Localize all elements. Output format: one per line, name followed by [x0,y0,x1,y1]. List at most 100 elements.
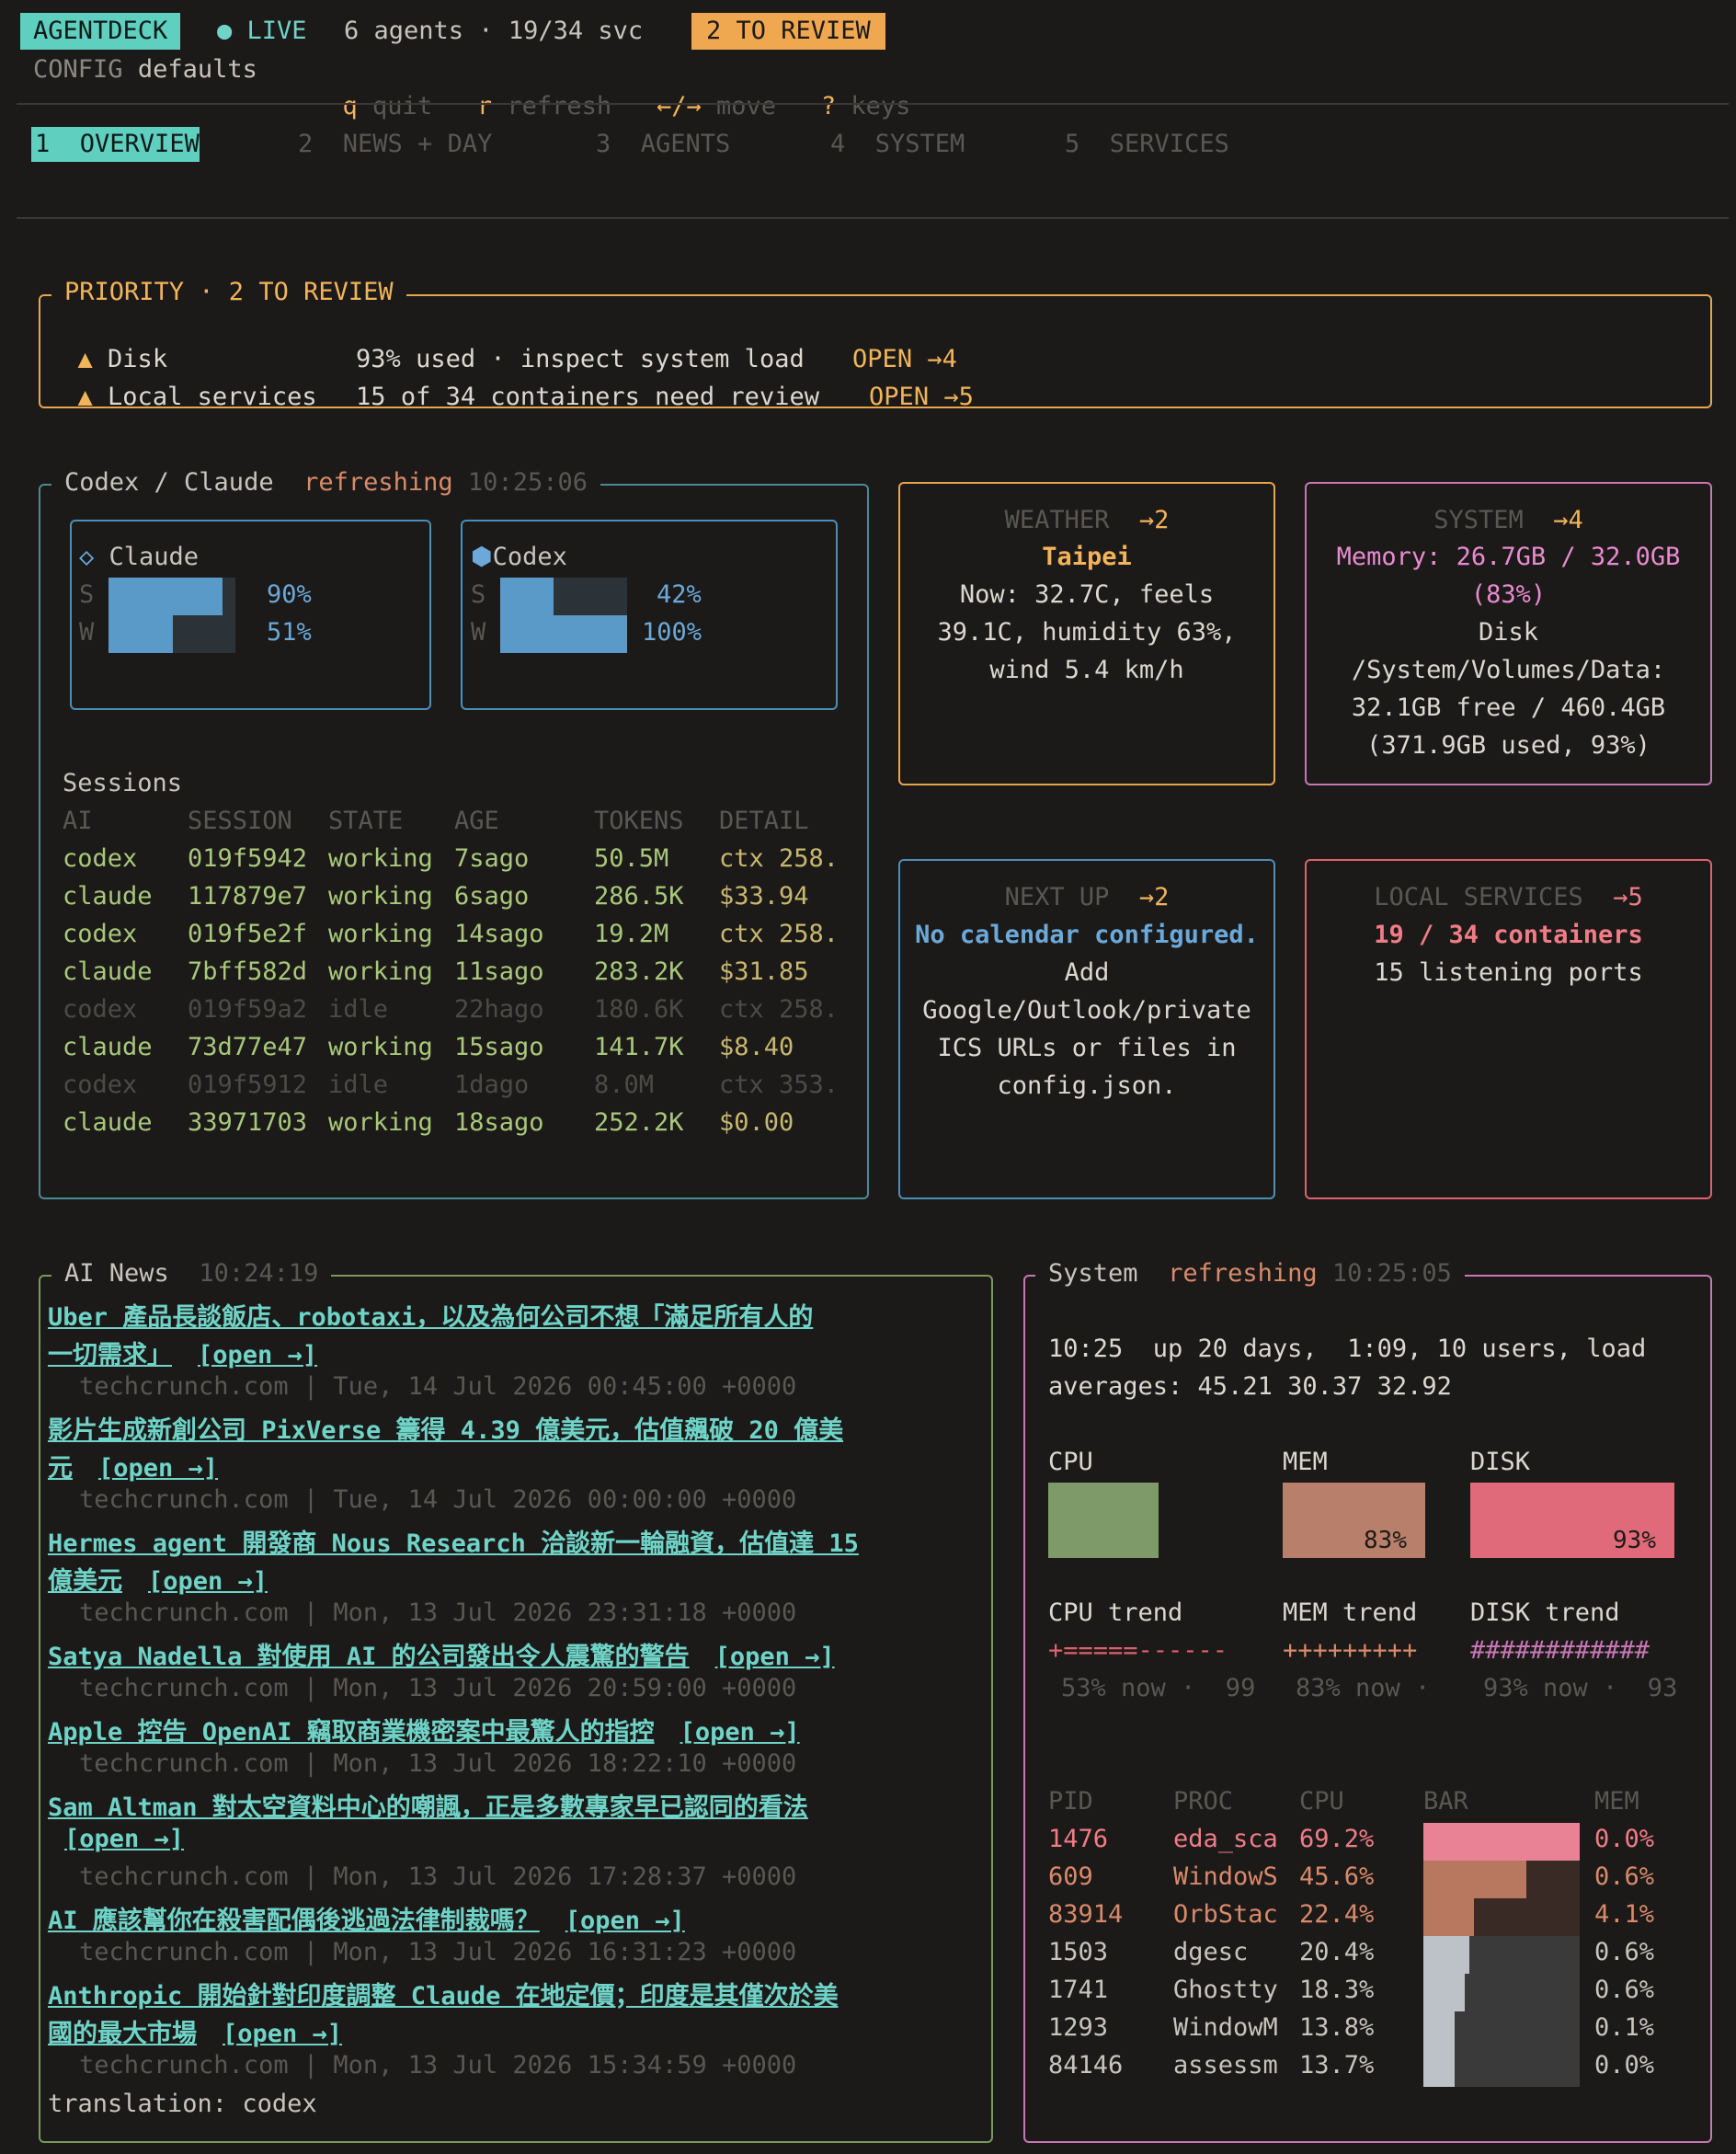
news-source: techcrunch.com | Tue, 14 Jul 2026 00:00:… [79,1485,797,1514]
news-headline[interactable]: Satya Nadella 對使用 AI 的公司發出令人震驚的警告 [open →… [48,1636,835,1672]
session-cell: $0.00 [719,1108,794,1137]
proc-cpu: 13.8% [1299,2013,1375,2042]
news-headline-text[interactable]: Hermes agent 開發商 Nous Research 洽談新一輪融資，估… [48,1530,859,1558]
s-usage-fill [108,578,223,615]
gauge-pct: 93% [1613,1527,1656,1554]
trend-sparkline: +=====------ [1048,1636,1228,1665]
system-mem-line-1: Memory: 26.7GB / 32.0GB [1336,543,1681,571]
news-headline[interactable]: 億美元 [open →] [48,1561,268,1597]
open-link[interactable]: [open →] [715,1643,835,1671]
news-headline-text[interactable]: 影片生成新創公司 PixVerse 籌得 4.39 億美元，估值飆破 20 億美 [48,1416,843,1445]
news-headline[interactable]: Apple 控告 OpenAI 竊取商業機密案中最驚人的指控 [open →] [48,1712,800,1747]
claude-card-title: ◇ Claude [79,543,200,571]
gauge: 93% [1470,1483,1674,1558]
session-cell: 019f5942 [188,844,308,873]
claude-s-label: S [79,580,95,609]
proc-name: WindowS [1173,1862,1278,1891]
session-cell: 18sago [454,1108,544,1137]
session-cell: 117879e7 [188,882,308,911]
news-headline[interactable]: Hermes agent 開發商 Nous Research 洽談新一輪融資，估… [48,1523,859,1559]
session-cell: idle [328,995,389,1024]
news-headline[interactable]: Uber 產品長談飯店、robotaxi，以及為何公司不想「滿足所有人的 [48,1297,813,1333]
trend-caption: 53% now · 99 [1061,1674,1256,1702]
trend-sparkline: ############ [1470,1636,1650,1665]
tab-news-day[interactable]: 2 NEWS + DAY [298,127,492,162]
next-up-headline: No calendar configured. [915,921,1259,949]
tab-agents[interactable]: 3 AGENTS [596,127,730,162]
open-link[interactable]: [open →] [148,1567,268,1596]
session-cell: codex [63,995,138,1024]
news-headline-text[interactable]: Satya Nadella 對使用 AI 的公司發出令人震驚的警告 [48,1643,690,1671]
diamond-icon: ◇ [79,543,95,571]
config-label: CONFIG defaults [33,55,257,84]
tab-services[interactable]: 5 SERVICES [1065,127,1229,162]
priority-item-services[interactable]: ▲ Local services 15 of 34 containers need… [48,354,974,411]
weather-title: WEATHER →2 [1004,506,1170,534]
news-headline-text[interactable]: 國的最大市場 [48,2020,197,2048]
proc-pid: 84146 [1048,2051,1124,2080]
news-headline[interactable]: AI 應該幫你在殺害配偶後逃過法律制裁嗎？ [open →] [48,1900,685,1936]
tab-overview[interactable]: 1 OVERVIEW [31,127,200,162]
proc-name: WindowM [1173,2013,1278,2042]
weather-line-3: wind 5.4 km/h [989,656,1184,684]
open-services-link[interactable]: OPEN →5 [869,383,974,411]
services-jump-link[interactable]: →5 [1613,883,1643,911]
gauge: 53% [1048,1483,1212,1558]
news-headline[interactable]: Sam Altman 對太空資料中心的嘲諷，正是多數專家早已認同的看法 [48,1787,808,1823]
system-disk-line-1: Disk [1478,618,1539,647]
open-link[interactable]: [open →] [680,1718,800,1747]
news-headline-text[interactable]: 一切需求」 [48,1341,172,1369]
open-link[interactable]: [open →] [223,2020,342,2048]
proc-header-cell: MEM [1594,1787,1639,1816]
next-up-line-1: Add [1064,958,1110,987]
claude-s-pct: 90% [267,580,312,609]
live-dot-icon: ● [217,17,233,45]
proc-mem: 0.0% [1594,1825,1655,1853]
session-cell: claude [63,957,153,986]
w-usage-fill [500,615,627,653]
review-badge[interactable]: 2 TO REVIEW [691,13,885,50]
uptime-line-2: averages: 45.21 30.37 32.92 [1048,1372,1452,1401]
open-link[interactable]: [open →] [198,1341,317,1369]
sessions-title: Sessions [63,769,183,797]
tab-system[interactable]: 4 SYSTEM [830,127,965,162]
news-headline-text[interactable]: 元 [48,1454,73,1483]
news-headline-text[interactable]: AI 應該幫你在殺害配偶後逃過法律制裁嗎？ [48,1907,540,1935]
open-link[interactable]: [open →] [565,1907,685,1935]
news-headline-text[interactable]: Apple 控告 OpenAI 竊取商業機密案中最驚人的指控 [48,1718,655,1747]
proc-bar-fill [1423,1974,1465,2011]
live-indicator: ● LIVE [217,17,307,45]
proc-cpu: 45.6% [1299,1862,1375,1891]
session-cell: $33.94 [719,882,809,911]
session-cell: codex [63,920,138,948]
proc-bar-fill [1423,1861,1526,1898]
codex-s-label: S [471,580,486,609]
proc-pid: 1293 [1048,2013,1109,2042]
session-cell: ctx 258. [719,995,839,1024]
news-headline[interactable]: Anthropic 開始針對印度調整 Claude 在地定價；印度是其僅次於美 [48,1976,839,2011]
session-cell: 019f59a2 [188,995,308,1024]
news-headline[interactable]: 國的最大市場 [open →] [48,2013,342,2049]
trend-label: MEM trend [1283,1598,1418,1627]
session-cell: claude [63,882,153,911]
news-headline-text[interactable]: Anthropic 開始針對印度調整 Claude 在地定價；印度是其僅次於美 [48,1982,839,2011]
claude-usage-bars [108,578,235,653]
weather-jump-link[interactable]: →2 [1139,506,1170,534]
news-headline[interactable]: 元 [open →] [48,1448,218,1484]
open-link[interactable]: [open →] [98,1454,218,1483]
key-quit: q [342,92,358,120]
session-cell: $8.40 [719,1033,794,1061]
news-headline[interactable]: 一切需求」 [open →] [48,1335,317,1370]
next-up-line-3: ICS URLs or files in [937,1034,1237,1062]
proc-pid: 83914 [1048,1900,1124,1929]
trend-label: DISK trend [1470,1598,1620,1627]
next-up-jump-link[interactable]: →2 [1139,883,1170,911]
news-headline-text[interactable]: Uber 產品長談飯店、robotaxi，以及為何公司不想「滿足所有人的 [48,1303,813,1332]
system-jump-link[interactable]: →4 [1553,506,1583,534]
session-cell: 33971703 [188,1108,308,1137]
news-headline[interactable]: 影片生成新創公司 PixVerse 籌得 4.39 億美元，估值飆破 20 億美 [48,1410,843,1446]
news-headline-text[interactable]: 億美元 [48,1567,122,1596]
news-headline-text[interactable]: Sam Altman 對太空資料中心的嘲諷，正是多數專家早已認同的看法 [48,1793,808,1822]
open-link[interactable]: [open →] [64,1825,184,1853]
proc-name: OrbStac [1173,1900,1278,1929]
